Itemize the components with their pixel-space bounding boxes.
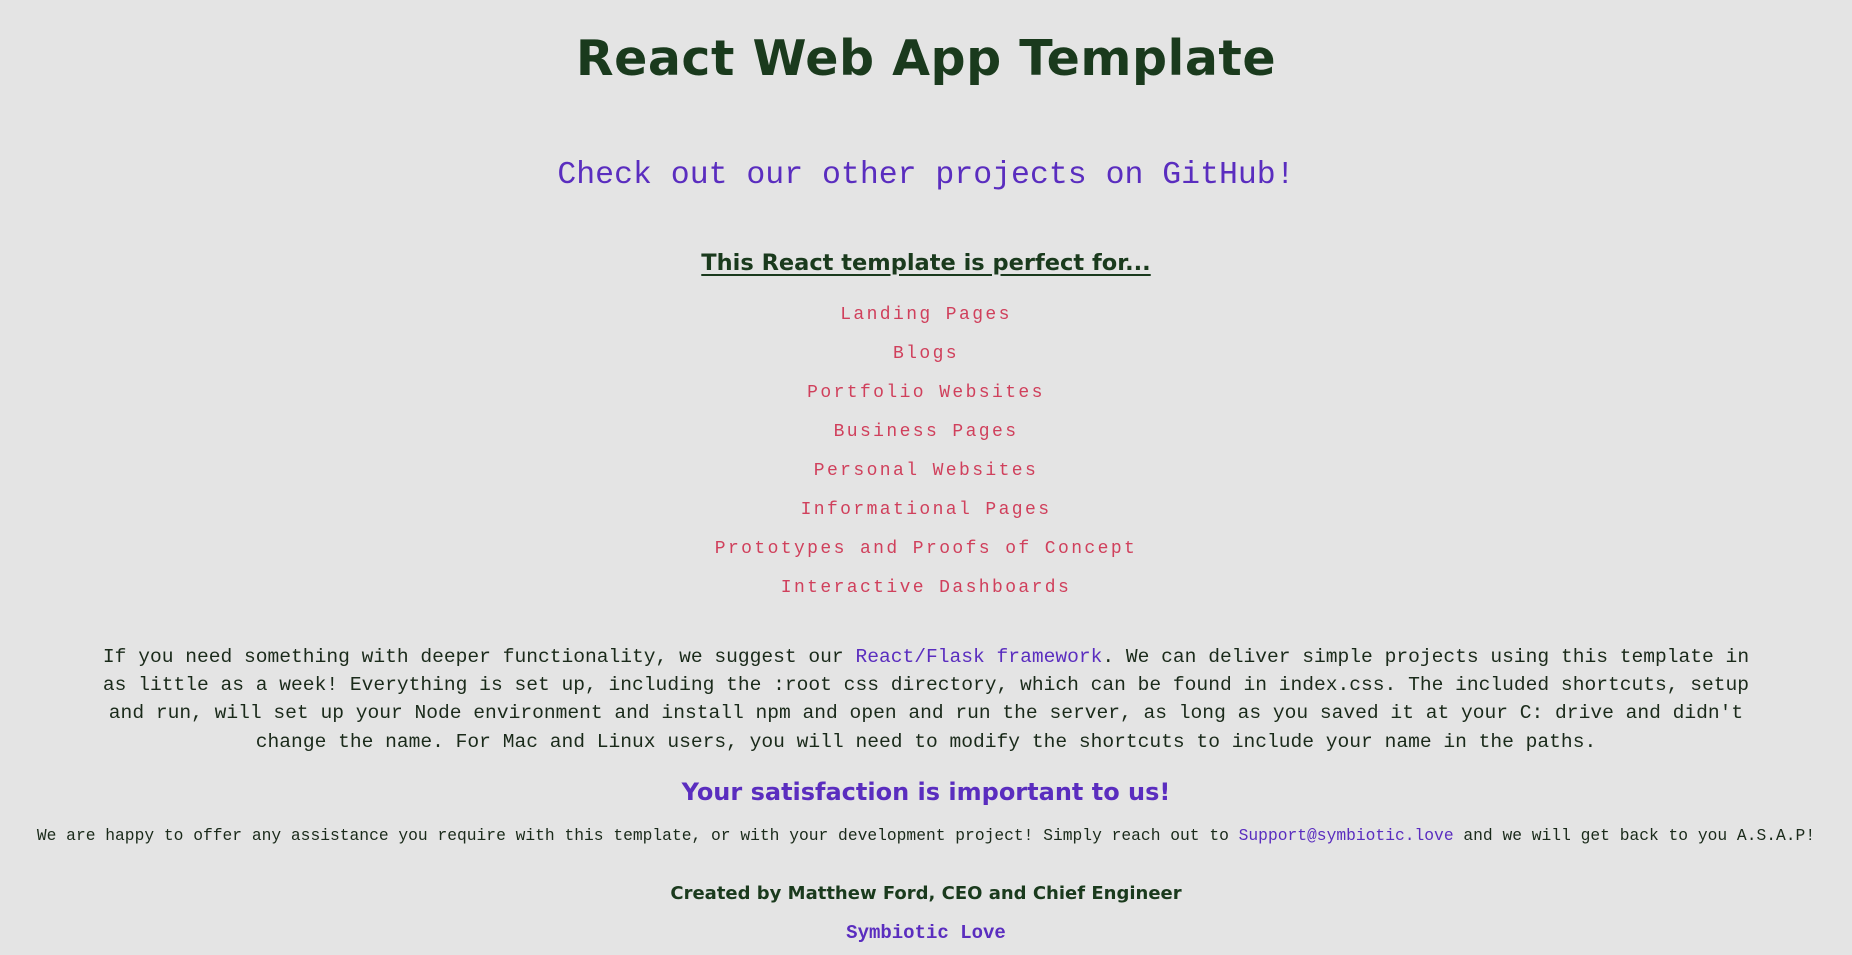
uses-heading: This React template is perfect for...: [0, 250, 1852, 276]
list-item: Personal Websites: [813, 461, 1039, 481]
description-text: If you need something with deeper functi…: [102, 646, 856, 668]
uses-list: Landing Pages Blogs Portfolio Websites B…: [0, 300, 1852, 612]
list-item: Blogs: [892, 344, 959, 364]
react-flask-link[interactable]: React/Flask framework: [855, 646, 1102, 668]
github-link[interactable]: Check out our other projects on GitHub!: [557, 158, 1294, 193]
list-item: Business Pages: [833, 422, 1019, 442]
list-item: Interactive Dashboards: [780, 578, 1072, 598]
support-paragraph: We are happy to offer any assistance you…: [0, 826, 1852, 845]
list-item: Portfolio Websites: [807, 383, 1045, 403]
credit-text: Created by Matthew Ford, CEO and Chief E…: [670, 883, 1182, 904]
support-email-link[interactable]: Support@symbiotic.love: [1239, 826, 1454, 845]
support-text: and we will get back to you A.S.A.P!: [1453, 826, 1816, 845]
list-item: Informational Pages: [800, 500, 1052, 520]
uses-heading-text: This React template is perfect for...: [701, 250, 1151, 276]
github-link-container: Check out our other projects on GitHub!: [0, 158, 1852, 193]
company-link[interactable]: Symbiotic Love: [846, 922, 1006, 944]
satisfaction-heading: Your satisfaction is important to us!: [681, 778, 1171, 806]
description-paragraph: If you need something with deeper functi…: [90, 643, 1762, 756]
page-title: React Web App Template: [575, 30, 1277, 87]
support-text: We are happy to offer any assistance you…: [36, 826, 1239, 845]
list-item: Landing Pages: [840, 305, 1012, 325]
list-item: Prototypes and Proofs of Concept: [714, 539, 1138, 559]
company-link-container: Symbiotic Love: [0, 922, 1852, 944]
